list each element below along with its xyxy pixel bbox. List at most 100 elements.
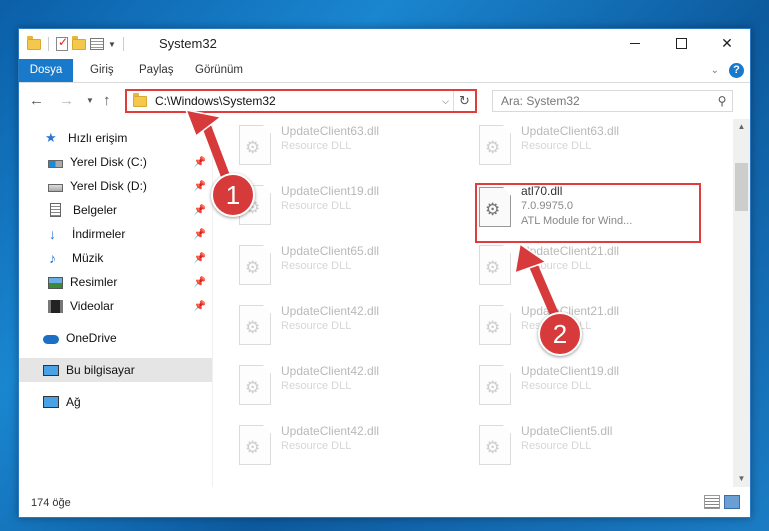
recent-locations-icon[interactable]: ▼ xyxy=(86,96,94,105)
view-buttons xyxy=(704,495,740,509)
videos-icon xyxy=(48,299,63,313)
close-button[interactable]: ✕ xyxy=(704,29,750,58)
navigation-pane: ★ Hızlı erişim Yerel Disk (C:) 📌 Yerel D… xyxy=(19,119,212,487)
pin-icon[interactable]: 📌 xyxy=(194,301,206,312)
pin-icon[interactable]: 📌 xyxy=(194,229,206,240)
file-description: Resource DLL xyxy=(521,260,592,272)
file-item[interactable]: UpdateClient65.dll Resource DLL xyxy=(233,241,458,297)
file-item[interactable]: UpdateClient19.dll Resource DLL xyxy=(233,181,458,237)
back-button[interactable]: ← xyxy=(29,92,44,109)
file-name: UpdateClient63.dll xyxy=(281,124,380,138)
sidebar-item-videos[interactable]: Videolar 📌 xyxy=(19,294,212,318)
search-box[interactable]: ⚲ xyxy=(492,90,733,112)
window-controls: ✕ xyxy=(612,29,750,58)
sidebar-item-pictures[interactable]: Resimler 📌 xyxy=(19,270,212,294)
sidebar-item-label: Müzik xyxy=(72,251,104,265)
pictures-icon xyxy=(48,276,63,289)
dll-file-icon xyxy=(479,365,511,405)
sidebar-item-label: Videolar xyxy=(70,299,114,313)
explorer-window: ▼ System32 ✕ Dosya Giriş Paylaş Görünüm … xyxy=(18,28,751,518)
file-item[interactable]: UpdateClient19.dll Resource DLL xyxy=(473,361,698,417)
scroll-up-icon[interactable]: ▲ xyxy=(733,119,750,135)
forward-button[interactable]: → xyxy=(59,92,74,109)
quick-access-toolbar: ▼ xyxy=(27,35,127,53)
sidebar-item-documents[interactable]: Belgeler 📌 xyxy=(19,198,212,222)
sidebar-item-this-pc[interactable]: Bu bilgisayar xyxy=(19,358,212,382)
file-item[interactable]: UpdateClient21.dllResource DLL xyxy=(473,301,698,357)
vertical-scrollbar[interactable]: ▲ ▼ xyxy=(733,119,750,487)
sidebar-item-label: Hızlı erişim xyxy=(68,131,128,145)
file-description: Resource DLL xyxy=(281,260,352,272)
ribbon-right: ⌄ ? xyxy=(711,63,744,78)
file-name: UpdateClient5.dll xyxy=(521,424,613,438)
file-item[interactable]: UpdateClient42.dll Resource DLL xyxy=(233,421,458,477)
sidebar-item-quick-access[interactable]: ★ Hızlı erişim xyxy=(19,126,212,150)
file-name: UpdateClient63.dll xyxy=(521,124,620,138)
dll-file-icon xyxy=(479,245,511,285)
chevron-down-icon[interactable]: ⌵ xyxy=(442,96,449,107)
pin-icon[interactable]: 📌 xyxy=(194,181,206,192)
up-button[interactable]: ↑ xyxy=(103,92,111,109)
navigation-bar: ← → ▼ ↑ C:\Windows\System32 ⌵ ↻ ⚲ xyxy=(19,84,750,118)
file-description: Resource DLL xyxy=(281,200,352,212)
minimize-button[interactable] xyxy=(612,29,658,58)
this-pc-icon xyxy=(43,364,59,376)
pin-icon[interactable]: 📌 xyxy=(194,157,206,168)
file-description: Resource DLL xyxy=(281,140,352,152)
scrollbar-thumb[interactable] xyxy=(735,163,748,211)
pin-icon[interactable]: 📌 xyxy=(194,205,206,216)
file-name: UpdateClient42.dll xyxy=(281,364,380,378)
tab-home[interactable]: Giriş xyxy=(80,59,124,82)
file-item[interactable]: UpdateClient5.dll Resource DLL xyxy=(473,421,698,477)
dll-file-icon xyxy=(479,125,511,165)
refresh-button[interactable]: ↻ xyxy=(453,91,475,111)
file-item[interactable]: UpdateClient21.dllResource DLL xyxy=(473,241,698,297)
dll-file-icon xyxy=(239,125,271,165)
file-item[interactable]: UpdateClient63.dll Resource DLL xyxy=(473,121,698,177)
sidebar-item-local-disk-d[interactable]: Yerel Disk (D:) 📌 xyxy=(19,174,212,198)
file-item[interactable]: UpdateClient42.dll Resource DLL xyxy=(233,301,458,357)
folder-icon[interactable] xyxy=(27,35,41,50)
details-view-icon[interactable] xyxy=(704,495,720,509)
sidebar-item-music[interactable]: ♪ Müzik 📌 xyxy=(19,246,212,270)
dll-file-icon xyxy=(239,425,271,465)
search-input[interactable] xyxy=(501,94,712,108)
expand-ribbon-icon[interactable]: ⌄ xyxy=(711,65,719,76)
sidebar-item-downloads[interactable]: ↓ İndirmeler 📌 xyxy=(19,222,212,246)
step-badge-2: 2 xyxy=(538,312,582,356)
file-item[interactable]: UpdateClient42.dll Resource DLL xyxy=(233,361,458,417)
file-item[interactable]: UpdateClient63.dll Resource DLL xyxy=(233,121,458,177)
help-icon[interactable]: ? xyxy=(729,63,744,78)
status-bar: 174 öğe xyxy=(19,489,750,517)
tab-share[interactable]: Paylaş xyxy=(129,59,184,82)
window-title: System32 xyxy=(159,36,217,51)
new-folder-icon[interactable] xyxy=(72,35,86,50)
sidebar-item-local-disk-c[interactable]: Yerel Disk (C:) 📌 xyxy=(19,150,212,174)
dll-file-icon xyxy=(239,305,271,345)
search-icon[interactable]: ⚲ xyxy=(712,94,732,108)
documents-icon xyxy=(50,203,61,217)
properties-icon[interactable] xyxy=(90,38,104,50)
pin-icon[interactable]: 📌 xyxy=(194,253,206,264)
ribbon-tabs: Dosya Giriş Paylaş Görünüm ⌄ ? xyxy=(19,59,750,83)
address-bar[interactable]: C:\Windows\System32 ⌵ ↻ xyxy=(125,89,477,113)
properties-check-icon[interactable] xyxy=(56,35,68,51)
file-name: UpdateClient65.dll xyxy=(281,244,380,258)
pin-icon[interactable]: 📌 xyxy=(194,277,206,288)
address-path[interactable]: C:\Windows\System32 xyxy=(155,94,442,108)
download-icon: ↓ xyxy=(49,226,56,242)
maximize-button[interactable] xyxy=(658,29,704,58)
sidebar-item-label: Ağ xyxy=(66,395,81,409)
sidebar-item-onedrive[interactable]: OneDrive xyxy=(19,326,212,350)
file-name: UpdateClient42.dll xyxy=(281,424,380,438)
sidebar-item-network[interactable]: Ağ xyxy=(19,390,212,414)
sidebar-item-label: Yerel Disk (D:) xyxy=(70,179,147,193)
dll-file-icon xyxy=(239,365,271,405)
sidebar-item-label: Yerel Disk (C:) xyxy=(70,155,147,169)
file-name: UpdateClient42.dll xyxy=(281,304,380,318)
tiles-view-icon[interactable] xyxy=(724,495,740,509)
scroll-down-icon[interactable]: ▼ xyxy=(733,471,750,487)
tab-view[interactable]: Görünüm xyxy=(185,59,253,82)
tab-file[interactable]: Dosya xyxy=(19,59,73,82)
chevron-down-icon[interactable]: ▼ xyxy=(108,40,116,49)
